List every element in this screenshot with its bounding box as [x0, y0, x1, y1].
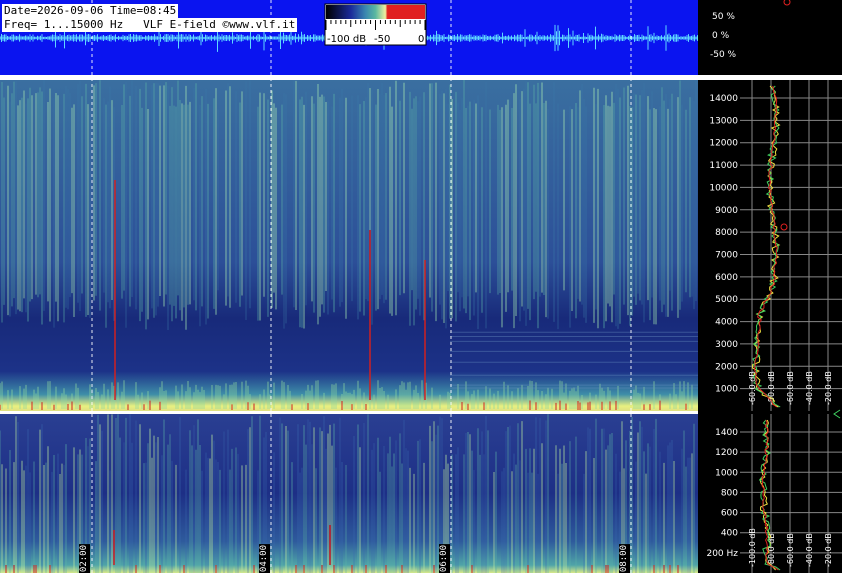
vlf-monitor-display: -100 dB -50 0 14000 13000 12000 11000 10000 9…	[0, 0, 842, 573]
frequency-label: 200 Hz	[706, 549, 738, 559]
colorbar-label-mid: -50	[374, 34, 390, 45]
spectrogram-top	[0, 80, 698, 411]
frequency-label: 800	[721, 488, 738, 498]
frequency-label: 7000	[715, 251, 738, 261]
header-date-time: Date=2026-09-06 Time=08:45	[2, 4, 179, 18]
frequency-label: 10000	[709, 183, 738, 193]
db-label: -60.0 dB	[786, 533, 795, 567]
db-label: -100.0 dB	[748, 528, 757, 567]
colorbar-label-min: -100 dB	[327, 34, 366, 45]
db-label: -60.0 dB	[786, 371, 795, 405]
header-frequency-info: Freq= 1...15000 Hz VLF E-field ©www.vlf.…	[2, 18, 298, 32]
marker-circle-top	[783, 0, 791, 6]
frequency-label: 1000	[715, 468, 738, 478]
frequency-label: 11000	[709, 161, 738, 171]
waveform-label-0: 0 %	[712, 31, 730, 41]
vlf-graphics: -100 dB -50 0 14000130001200011000100009…	[0, 0, 842, 573]
frequency-label: 12000	[709, 139, 738, 149]
frequency-label: 2000	[715, 362, 738, 372]
frequency-label: 1400	[715, 428, 738, 438]
time-label-0200: 02:00	[79, 544, 90, 573]
db-label: -20.0 dB	[824, 533, 833, 567]
frequency-label: 1200	[715, 448, 738, 458]
time-label-0800: 08:00	[619, 544, 630, 573]
frequency-label: 600	[721, 509, 738, 519]
frequency-label: 3000	[715, 340, 738, 350]
frequency-label: 14000	[709, 94, 738, 104]
frequency-label: 1000	[715, 385, 738, 395]
frequency-label: 6000	[715, 273, 738, 283]
db-label: -40.0 dB	[805, 533, 814, 567]
frequency-label: 5000	[715, 295, 738, 305]
db-label: -40.0 dB	[805, 371, 814, 405]
frequency-label: 400	[721, 529, 738, 539]
db-label: -20.0 dB	[824, 371, 833, 405]
frequency-label: 4000	[715, 318, 738, 328]
colorbar: -100 dB -50 0	[324, 3, 427, 46]
frequency-label: 13000	[709, 116, 738, 126]
spectrogram-bottom	[0, 414, 698, 573]
waveform-label-minus50: -50 %	[710, 50, 737, 60]
frequency-label: 9000	[715, 206, 738, 216]
time-label-0600: 06:00	[439, 544, 450, 573]
panel-separator	[0, 75, 842, 80]
colorbar-label-max: 0	[418, 34, 424, 45]
waveform-label-50: 50 %	[712, 12, 735, 22]
spectrogram-separator	[0, 411, 698, 414]
frequency-label: 8000	[715, 228, 738, 238]
time-label-0400: 04:00	[259, 544, 270, 573]
